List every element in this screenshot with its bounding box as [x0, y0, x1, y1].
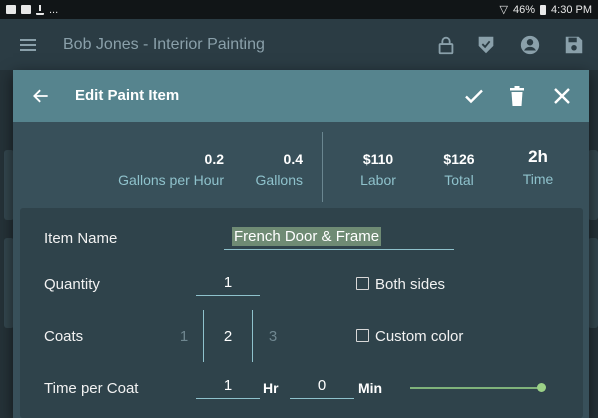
time-slider-thumb[interactable] — [537, 383, 546, 392]
shield-check-icon[interactable] — [475, 34, 497, 56]
hours-unit: Hr — [263, 380, 279, 396]
coats-option-1[interactable]: 1 — [174, 328, 194, 345]
labor-label: Labor — [360, 172, 396, 188]
stat-labor: $110 Labor — [353, 151, 403, 188]
labor-value: $110 — [362, 151, 394, 167]
background-card — [588, 150, 598, 220]
stat-gallons: 0.4 Gallons — [256, 151, 303, 188]
summary-divider — [322, 132, 323, 202]
stat-time: 2h Time — [518, 147, 558, 187]
paint-item-form: Item Name French Door & Frame Quantity 1… — [20, 208, 583, 418]
coats-label: Coats — [44, 328, 84, 345]
check-icon[interactable] — [462, 84, 486, 108]
image-notification-icon — [6, 5, 16, 14]
both-sides-label[interactable]: Both sides — [375, 276, 445, 293]
stat-total: $126 Total — [434, 151, 484, 188]
item-name-input[interactable]: French Door & Frame — [224, 226, 454, 250]
edit-paint-item-dialog: Edit Paint Item 0.2 Gallons per Hour 0.4… — [13, 70, 589, 418]
app-bar: Bob Jones - Interior Painting — [0, 19, 598, 70]
total-value: $126 — [443, 151, 475, 167]
total-label: Total — [444, 172, 474, 188]
time-label: Time — [522, 171, 554, 187]
mail-notification-icon — [21, 5, 31, 14]
gallons-per-hour-label: Gallons per Hour — [118, 172, 224, 188]
time-slider-track[interactable] — [410, 387, 542, 389]
coats-option-3[interactable]: 3 — [263, 328, 283, 345]
item-name-value: French Door & Frame — [232, 227, 382, 246]
status-bar: ... ▽ 46% 4:30 PM — [0, 0, 598, 19]
coats-selector-divider — [252, 310, 253, 362]
quantity-label: Quantity — [44, 276, 100, 293]
background-card — [588, 238, 598, 328]
lock-icon[interactable] — [435, 34, 457, 56]
battery-level: 46% — [513, 3, 536, 16]
item-name-label: Item Name — [44, 230, 118, 247]
coats-option-2[interactable]: 2 — [218, 328, 238, 345]
account-icon[interactable] — [519, 34, 541, 56]
gallons-per-hour-value: 0.2 — [204, 151, 224, 167]
wifi-icon: ▽ — [499, 4, 508, 16]
stat-gallons-per-hour: 0.2 Gallons per Hour — [118, 151, 224, 188]
time-value: 2h — [528, 147, 548, 166]
dialog-header: Edit Paint Item — [13, 70, 589, 122]
close-icon[interactable] — [550, 84, 574, 108]
menu-icon[interactable] — [20, 39, 36, 51]
custom-color-checkbox[interactable] — [356, 329, 369, 342]
more-notifications: ... — [49, 3, 59, 16]
app-title: Bob Jones - Interior Painting — [63, 36, 265, 53]
both-sides-checkbox[interactable] — [356, 277, 369, 290]
gallons-value: 0.4 — [283, 151, 303, 167]
dialog-title: Edit Paint Item — [75, 87, 180, 104]
custom-color-label[interactable]: Custom color — [375, 328, 463, 345]
time-per-coat-label: Time per Coat — [44, 380, 139, 397]
estimate-summary: 0.2 Gallons per Hour 0.4 Gallons $110 La… — [13, 122, 589, 208]
hours-input[interactable]: 1 — [196, 375, 260, 399]
download-icon — [36, 4, 44, 15]
save-icon[interactable] — [563, 34, 585, 56]
delete-icon[interactable] — [505, 84, 529, 108]
clock: 4:30 PM — [551, 3, 592, 16]
coats-selector-divider — [203, 310, 204, 362]
gallons-label: Gallons — [255, 172, 303, 188]
quantity-input[interactable]: 1 — [196, 272, 260, 296]
back-arrow-icon[interactable] — [31, 86, 51, 106]
minutes-unit: Min — [358, 380, 383, 396]
minutes-input[interactable]: 0 — [290, 375, 354, 399]
battery-icon — [540, 4, 547, 15]
